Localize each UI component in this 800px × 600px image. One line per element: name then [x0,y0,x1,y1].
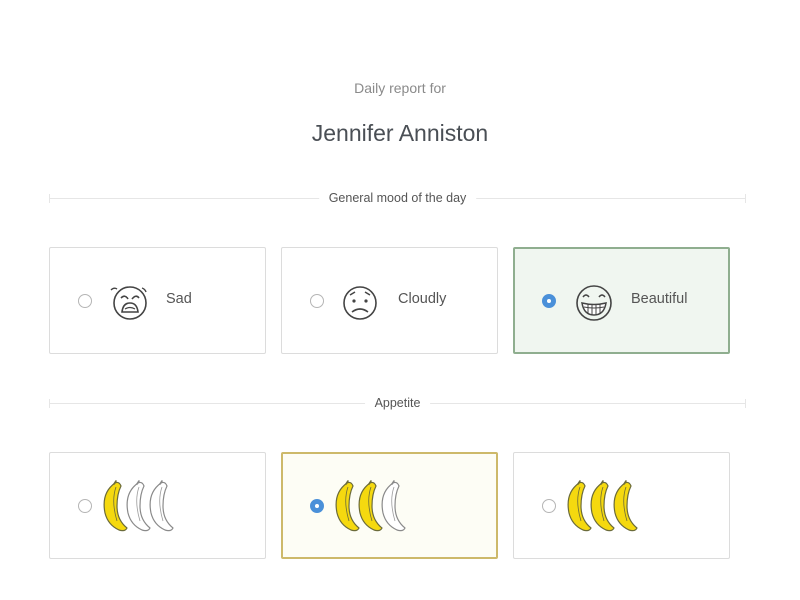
mood-radio-beautiful[interactable] [542,294,556,308]
banana-icon-filled [567,480,592,532]
mood-label-beautiful: Beautiful [631,291,688,307]
banana-rating [567,480,638,532]
mood-option-sad[interactable]: Sad [49,247,266,354]
appetite-radio-low[interactable] [78,499,92,513]
mood-radio-cloudly[interactable] [310,294,324,308]
appetite-option-low[interactable] [49,452,266,559]
banana-icon-empty [149,480,174,532]
patient-name: Jennifer Anniston [311,120,489,146]
mood-section-divider: General mood of the day [49,191,746,205]
mood-radio-sad[interactable] [78,294,92,308]
report-subtitle: Daily report for [354,80,446,96]
mood-label-sad: Sad [166,291,192,307]
appetite-radio-medium[interactable] [310,499,324,513]
banana-icon-empty [126,480,151,532]
appetite-option-high[interactable] [513,452,730,559]
banana-icon-filled [358,480,383,532]
mood-label-cloudly: Cloudly [398,291,447,307]
worried-face-icon [343,286,377,320]
mood-option-beautiful[interactable]: Beautiful [513,247,730,354]
appetite-radio-high[interactable] [542,499,556,513]
crying-face-icon [110,286,147,320]
banana-icon-filled [590,480,615,532]
banana-icon-filled [335,480,360,532]
mood-option-cloudly[interactable]: Cloudly [281,247,498,354]
banana-icon-filled [103,480,128,532]
appetite-section-label: Appetite [364,396,431,410]
appetite-section-divider: Appetite [49,396,746,410]
banana-rating [335,480,406,532]
grinning-face-icon [576,285,612,321]
banana-icon-filled [613,480,638,532]
banana-icon-empty [381,480,406,532]
mood-section-label: General mood of the day [318,191,477,205]
banana-rating [103,480,174,532]
appetite-option-medium[interactable] [281,452,498,559]
